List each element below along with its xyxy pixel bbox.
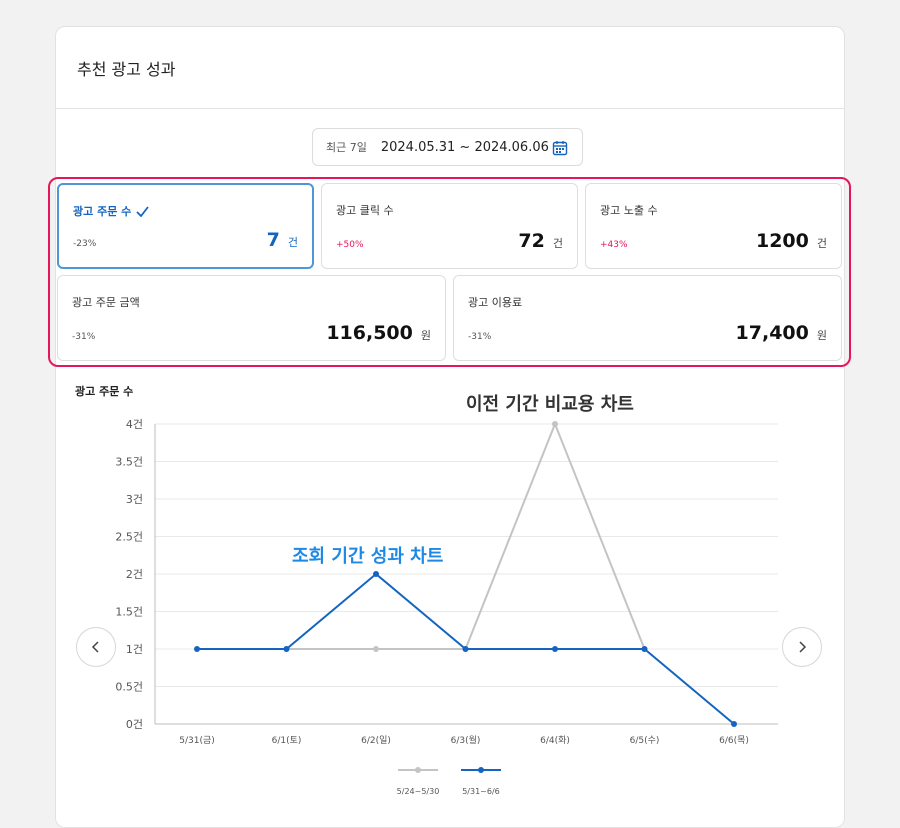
chart-next-button[interactable] xyxy=(782,627,822,667)
chart-prev-button[interactable] xyxy=(76,627,116,667)
annotation-previous-chart: 이전 기간 비교용 차트 xyxy=(466,394,634,415)
x-tick-label: 6/5(수) xyxy=(630,735,660,746)
y-tick-label: 0건 xyxy=(126,718,143,731)
annotation-current-chart: 조회 기간 성과 차트 xyxy=(292,546,444,567)
x-tick-label: 6/3(월) xyxy=(451,734,481,746)
order-count-line-chart: 0건 0.5건 1건 1.5건 2건 2.5건 3건 3.5건 4건 5/31(금) 6/1(토) 6… xyxy=(115,418,778,746)
y-tick-label: 2건 xyxy=(126,568,143,581)
y-tick-label: 1.5건 xyxy=(115,606,143,619)
y-tick-label: 0.5건 xyxy=(115,681,143,694)
data-point-current xyxy=(641,646,648,652)
y-tick-label: 4건 xyxy=(126,418,143,431)
y-tick-label: 1건 xyxy=(126,643,143,656)
x-tick-label: 6/6(목) xyxy=(719,735,749,746)
x-tick-label: 6/4(화) xyxy=(540,735,570,746)
data-point-current xyxy=(194,646,200,652)
chevron-left-icon xyxy=(91,641,99,653)
data-point-previous xyxy=(552,421,558,427)
x-tick-label: 6/2(일) xyxy=(361,735,391,746)
legend-item-current[interactable]: 5/31~6/6 xyxy=(441,760,521,796)
data-point-current xyxy=(283,646,290,652)
data-point-current xyxy=(552,646,558,652)
chevron-right-icon xyxy=(799,641,807,653)
legend-label: 5/31~6/6 xyxy=(462,787,500,796)
data-point-current xyxy=(462,646,469,652)
data-point-current xyxy=(373,571,379,577)
x-tick-label: 5/31(금) xyxy=(179,735,215,746)
legend-line-current xyxy=(461,767,501,773)
data-point-current xyxy=(731,721,737,727)
y-tick-label: 2.5건 xyxy=(115,531,143,544)
x-tick-label: 6/1(토) xyxy=(272,736,302,746)
legend-line-previous xyxy=(398,767,438,773)
y-tick-label: 3.5건 xyxy=(115,456,143,469)
y-tick-label: 3건 xyxy=(126,493,143,506)
data-point-previous xyxy=(373,646,379,652)
chart-legend: 5/24~5/30 5/31~6/6 xyxy=(0,760,900,800)
